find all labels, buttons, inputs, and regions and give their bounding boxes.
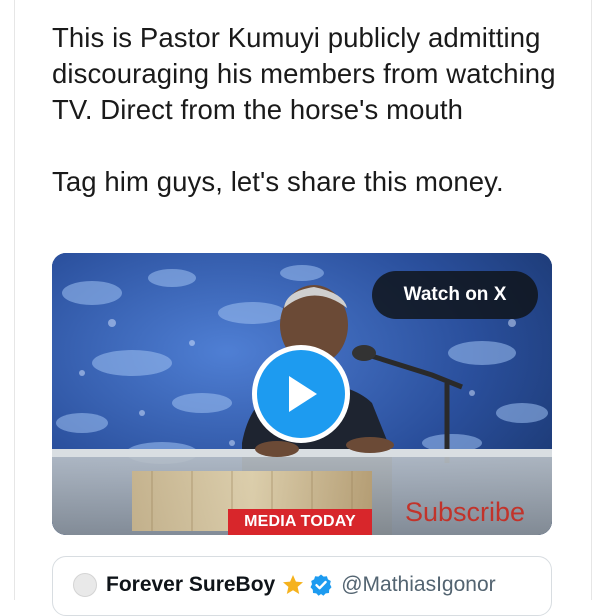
- video-player[interactable]: Watch on X Subscribe MEDIA TODAY: [52, 253, 552, 535]
- watch-on-x-button[interactable]: Watch on X: [372, 271, 538, 319]
- post-text: This is Pastor Kumuyi publicly admitting…: [52, 20, 572, 200]
- card-border-right: [591, 0, 592, 600]
- verified-icon: [309, 573, 333, 597]
- play-icon: [289, 376, 317, 412]
- play-button[interactable]: [252, 345, 350, 443]
- quoted-author-name[interactable]: Forever SureBoy: [106, 573, 275, 597]
- post-text-paragraph-2: Tag him guys, let's share this money.: [52, 166, 504, 197]
- avatar[interactable]: [73, 573, 97, 597]
- star-icon: [281, 573, 305, 597]
- watermark-label: MEDIA TODAY: [244, 513, 356, 530]
- post-text-paragraph-1: This is Pastor Kumuyi publicly admitting…: [52, 22, 556, 125]
- quoted-author-handle[interactable]: @MathiasIgonor: [341, 573, 495, 597]
- subscribe-watermark: Subscribe: [405, 497, 526, 527]
- quoted-post-header: Forever SureBoy @MathiasIgonor: [73, 573, 496, 597]
- media-today-watermark: MEDIA TODAY: [228, 509, 372, 535]
- quoted-post[interactable]: Forever SureBoy @MathiasIgonor: [52, 556, 552, 616]
- card-border-left: [14, 0, 15, 600]
